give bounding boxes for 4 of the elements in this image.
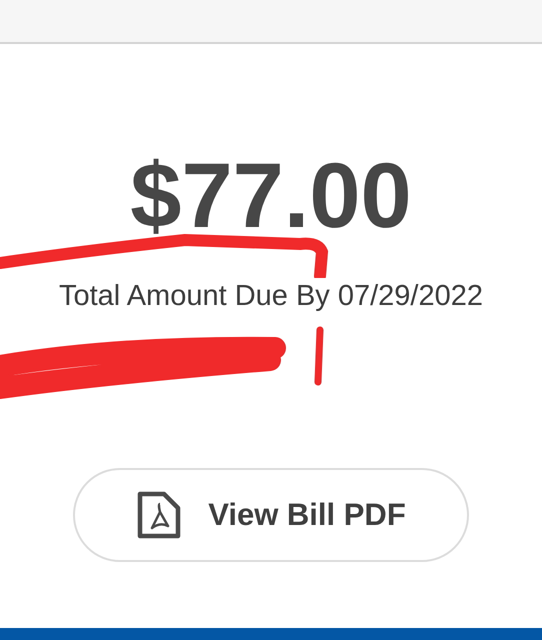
pdf-file-icon: [136, 490, 182, 540]
due-date-label: Total Amount Due By 07/29/2022: [58, 282, 483, 311]
view-bill-pdf-button[interactable]: View Bill PDF: [73, 468, 469, 562]
amount-due: $77.00: [130, 150, 412, 242]
